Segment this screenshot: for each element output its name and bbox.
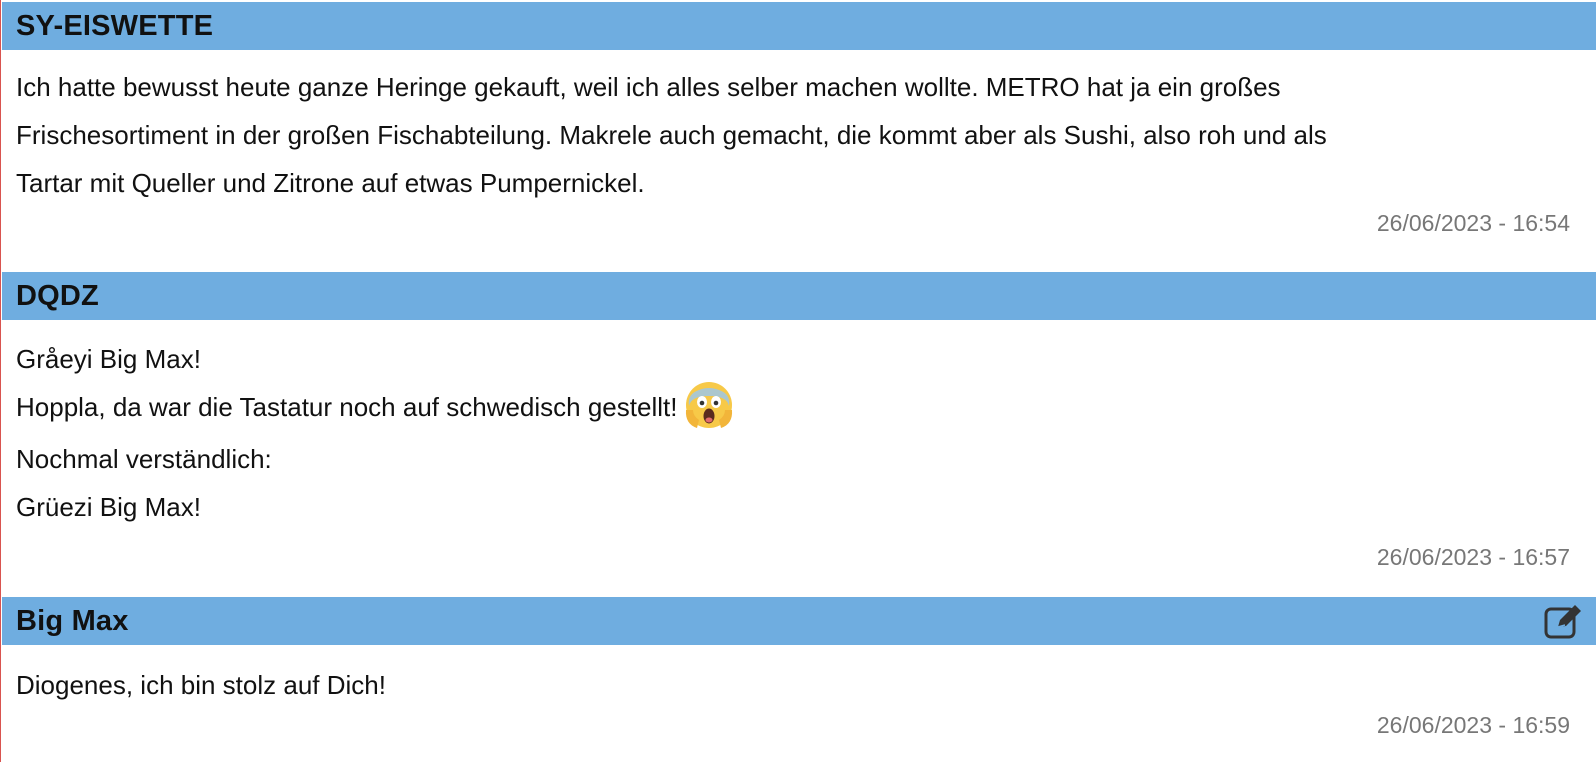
post-text-line: Grüezi Big Max! (16, 492, 201, 523)
post-text-line: Gråeyi Big Max! (16, 344, 201, 374)
post-text-line: Diogenes, ich bin stolz auf Dich! (16, 670, 386, 700)
edit-icon[interactable] (1544, 601, 1584, 641)
post-text-line: Frischesortiment in der großen Fischabte… (16, 120, 1327, 150)
post-text-line: Tartar mit Queller und Zitrone auf etwas… (16, 168, 645, 198)
post-timestamp: 26/06/2023 - 16:54 (1376, 210, 1570, 236)
post-header: SY-EISWETTE (2, 2, 1596, 50)
post-header: DQDZ (2, 272, 1596, 320)
forum-post: Big Max Diogenes, ich bin stolz auf Dich… (2, 597, 1596, 739)
post-text-line: Hoppla, da war die Tastatur noch auf sch… (16, 382, 1582, 432)
post-author[interactable]: DQDZ (16, 280, 99, 313)
post-body: Ich hatte bewusst heute ganze Heringe ge… (2, 50, 1596, 237)
post-author[interactable]: SY-EISWETTE (16, 10, 213, 43)
post-timestamp: 26/06/2023 - 16:57 (1376, 544, 1570, 571)
forum-post: SY-EISWETTE Ich hatte bewusst heute ganz… (2, 2, 1596, 237)
post-body: Diogenes, ich bin stolz auf Dich! 26/06/… (2, 645, 1596, 739)
post-timestamp: 26/06/2023 - 16:59 (1376, 712, 1570, 738)
forum-post: DQDZ Gråeyi Big Max! Hoppla, da war die … (2, 272, 1596, 571)
post-body: Gråeyi Big Max! Hoppla, da war die Tasta… (2, 320, 1596, 571)
forum-thread: SY-EISWETTE Ich hatte bewusst heute ganz… (0, 0, 1596, 762)
post-text-line: Nochmal verständlich: (16, 444, 272, 475)
post-header: Big Max (2, 597, 1596, 645)
post-text: Hoppla, da war die Tastatur noch auf sch… (16, 392, 678, 422)
post-text-line: Ich hatte bewusst heute ganze Heringe ge… (16, 72, 1281, 102)
face-screaming-in-fear-icon (683, 380, 735, 432)
post-author[interactable]: Big Max (16, 605, 129, 638)
